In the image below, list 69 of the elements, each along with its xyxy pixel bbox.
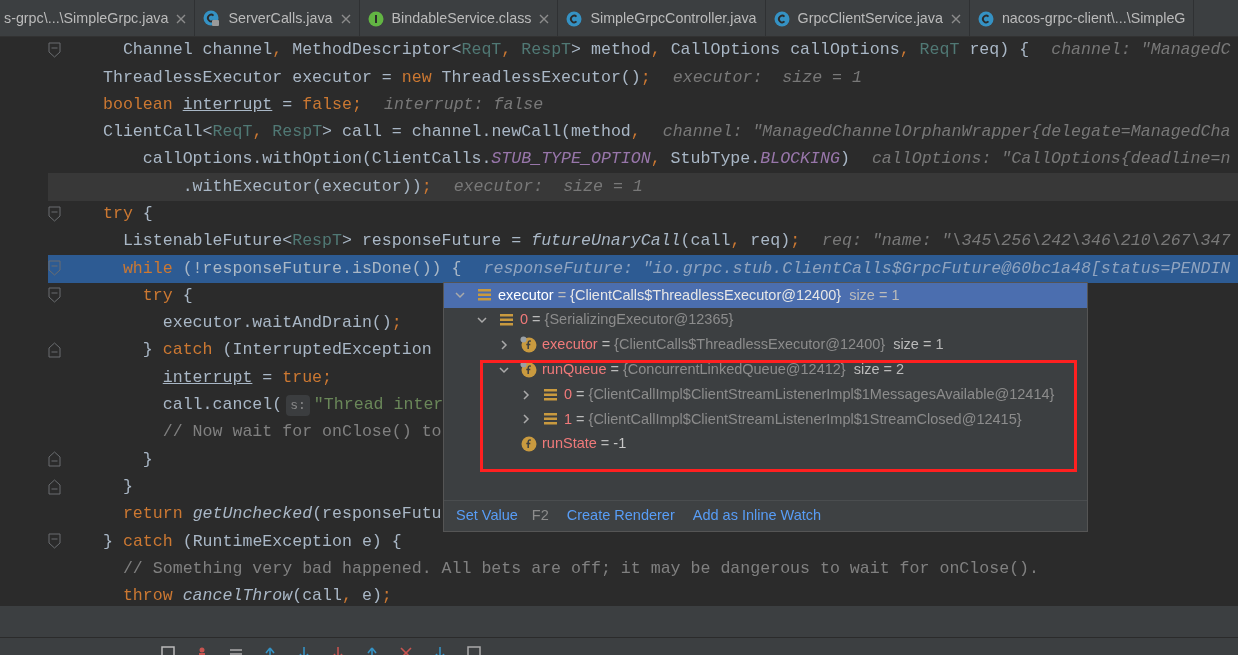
fold-icon[interactable]: [48, 205, 61, 222]
action-link[interactable]: Set Value: [456, 505, 518, 527]
tree-row[interactable]: runState = -1: [444, 431, 1087, 457]
code-line: // Now wait for onClose() to: [162, 421, 442, 444]
tree-row[interactable]: executor = {ClientCalls$ThreadlessExecutor@12400} size = 1: [444, 283, 1087, 308]
inline-hint: callOptions: "CallOptions{deadline=n: [871, 148, 1231, 171]
code-line: ListenableFuture<RespT> responseFuture = futureUnaryCall(call, req);: [122, 230, 801, 253]
field-icon: [520, 435, 538, 454]
chevron-right-icon[interactable]: [520, 388, 532, 401]
fold-icon[interactable]: [48, 287, 61, 304]
inline-hint: executor: size = 1: [453, 175, 643, 198]
code-line: executor.waitAndDrain();: [162, 312, 402, 335]
close-icon[interactable]: [176, 13, 187, 24]
code-line: throw cancelThrow(call, e);: [122, 585, 392, 606]
fold-icon[interactable]: [48, 533, 61, 550]
inline-hint: executor: size = 1: [672, 66, 862, 89]
tree-row[interactable]: runQueue = {ConcurrentLinkedQueue@12412} size = 2: [444, 357, 1087, 383]
action-link[interactable]: Add as Inline Watch: [692, 505, 822, 527]
class-icon: [977, 10, 994, 27]
editor-tab[interactable]: ServerCalls.java: [195, 0, 360, 36]
close-icon[interactable]: [340, 13, 351, 24]
inline-hint: interrupt: false: [383, 93, 544, 116]
chevron-right-icon[interactable]: [520, 413, 532, 426]
editor-tab[interactable]: s-grpc\...\SimpleGrpc.java: [0, 0, 196, 36]
code-line: boolean interrupt = false;: [103, 93, 362, 116]
code-line: }: [142, 448, 153, 471]
inline-hint: channel: "ManagedC: [1051, 39, 1231, 62]
editor-tab[interactable]: SimpleGrpcController.java: [558, 0, 766, 36]
tree-row[interactable]: executor = {ClientCalls$ThreadlessExecutor@12400} size = 1: [444, 332, 1087, 358]
fold-icon[interactable]: [48, 451, 61, 468]
inline-hint: responseFuture: "io.grpc.stub.ClientCalls$GrpcFuture@60bc1a48[status=PENDIN: [483, 257, 1231, 280]
fold-icon[interactable]: [48, 478, 61, 495]
code-line: while (!responseFuture.isDone()) {: [122, 257, 462, 280]
code-line: interrupt = true;: [162, 366, 333, 389]
code-line: ThreadlessExecutor executor = new ThreadlessExecutor();: [103, 66, 651, 89]
code-line: try {: [142, 284, 193, 307]
code-line: try {: [103, 203, 153, 225]
code-line: callOptions.withOption(ClientCalls.STUB_TYPE_OPTION, StubType.BLOCKING): [142, 148, 850, 171]
tree-row[interactable]: 0 = {SerializingExecutor@12365}: [444, 307, 1087, 333]
close-icon[interactable]: [539, 13, 550, 24]
code-line: } catch (RuntimeException e) {: [103, 530, 402, 553]
code-line: // Something very bad happened. All bets are off; it may be dangerous to wait for onClose().: [122, 557, 1040, 580]
fold-icon[interactable]: [48, 342, 61, 359]
code-line: ClientCall<ReqT, RespT> call = channel.newCall(method,: [103, 121, 641, 144]
inline-hint: req: "name: "\345\256\242\346\210\267\347: [822, 230, 1231, 253]
parameter-hint: s:: [286, 394, 310, 417]
class-icon: [773, 10, 790, 27]
editor-tab[interactable]: nacos-grpc-client\...\SimpleG: [969, 0, 1195, 36]
action-link[interactable]: Create Renderer: [566, 505, 675, 527]
code-line: return getUnchecked(responseFutu: [122, 503, 442, 526]
chevron-right-icon[interactable]: [498, 339, 510, 351]
code-line: } catch (InterruptedException: [142, 339, 432, 362]
locked-class-icon: [203, 10, 221, 27]
code-line: "Thread inter: [313, 394, 444, 417]
code-line: call.cancel(: [162, 394, 283, 417]
field-icon: [520, 336, 538, 354]
code-line: Channel channel, MethodDescriptor<ReqT, RespT> method, CallOptions callOptions, ReqT req) {: [122, 39, 1030, 62]
field-icon: [520, 360, 538, 379]
tree-row[interactable]: 0 = {ClientCallImpl$ClientStreamListenerImpl$1MessagesAvailable@12414}: [444, 382, 1087, 407]
fold-icon[interactable]: [48, 41, 61, 58]
interface-icon: [367, 10, 384, 27]
editor-tab[interactable]: GrpcClientService.java: [765, 0, 970, 36]
editor-tab[interactable]: BindableService.class: [359, 0, 559, 36]
shortcut-label: F2: [531, 506, 549, 526]
tree-row[interactable]: 1 = {ClientCallImpl$ClientStreamListenerImpl$1StreamClosed@12415}: [444, 407, 1087, 432]
close-icon[interactable]: [950, 13, 961, 24]
code-line: }: [122, 475, 133, 498]
class-icon: [566, 10, 583, 27]
inline-hint: channel: "ManagedChannelOrphanWrapper{delegate=ManagedCha: [662, 121, 1231, 144]
